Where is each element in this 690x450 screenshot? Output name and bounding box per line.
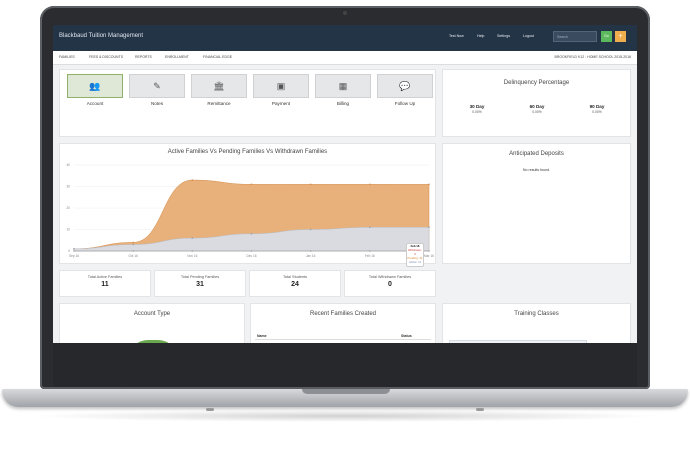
data-point-active xyxy=(191,237,194,239)
deposits-title: Anticipated Deposits xyxy=(509,151,564,157)
x-tick-label: Dec 16 xyxy=(246,254,256,258)
data-point-active xyxy=(369,226,371,229)
laptop-foot-right xyxy=(476,408,484,411)
training-panel: Training Classes xyxy=(442,303,631,343)
deposits-empty: No results found. xyxy=(522,168,551,172)
deposits-panel: Anticipated Deposits No results found. xyxy=(442,143,631,264)
laptop-base xyxy=(2,389,688,407)
y-tick-label: 30 xyxy=(66,185,70,189)
x-tick-label: Oct 16 xyxy=(128,254,138,258)
stat-active: Total Active Families 11 xyxy=(59,270,151,297)
data-point-active xyxy=(73,248,75,250)
bottom-bezel xyxy=(53,343,637,387)
y-tick-label: 10 xyxy=(66,228,70,232)
data-point-active xyxy=(132,243,134,246)
data-point-active xyxy=(428,226,430,229)
data-point-pending xyxy=(369,183,371,186)
data-point-pending xyxy=(250,183,253,186)
laptop-shadow xyxy=(30,410,660,422)
recent-families-title: Recent Families Created xyxy=(309,311,377,317)
x-tick-label: Nov 16 xyxy=(187,254,197,258)
hinge-notch xyxy=(302,389,390,394)
col-name: Name xyxy=(257,334,267,338)
y-tick-label: 20 xyxy=(66,206,70,210)
x-tick-label: Jan 16 xyxy=(306,254,316,258)
stat-students: Total Students 24 xyxy=(249,270,341,297)
app-screen: Blackbaud Tuition Management Test Now He… xyxy=(53,25,637,343)
recent-families-panel: Recent Families Created Name Status xyxy=(250,303,436,343)
data-point-active xyxy=(309,228,312,231)
laptop-lid: Blackbaud Tuition Management Test Now He… xyxy=(40,6,650,389)
training-title: Training Classes xyxy=(514,311,559,317)
y-tick-label: 40 xyxy=(66,163,70,167)
stat-withdrawn: Total Withdrawn Families 0 xyxy=(344,270,436,297)
stat-pending: Total Pending Families 31 xyxy=(154,270,246,297)
data-point-pending xyxy=(191,179,194,181)
laptop-foot-left xyxy=(206,408,214,411)
y-tick-label: 0 xyxy=(68,249,70,253)
data-point-pending xyxy=(132,241,134,244)
divider xyxy=(255,339,431,340)
col-status: Status xyxy=(401,334,412,338)
camera xyxy=(343,11,347,15)
chart-tooltip: Feb 16 Withdrawn: 0 Pending: 31 Active: … xyxy=(406,243,424,267)
data-point-pending xyxy=(428,183,430,186)
x-tick-label: Mar 16 xyxy=(424,254,434,258)
x-tick-label: Feb 16 xyxy=(365,254,375,258)
data-point-active xyxy=(250,233,253,235)
account-type-panel: Account Type xyxy=(59,303,245,343)
data-point-pending xyxy=(309,183,312,186)
account-type-title: Account Type xyxy=(133,311,171,317)
x-tick-label: Sep 16 xyxy=(69,254,79,258)
